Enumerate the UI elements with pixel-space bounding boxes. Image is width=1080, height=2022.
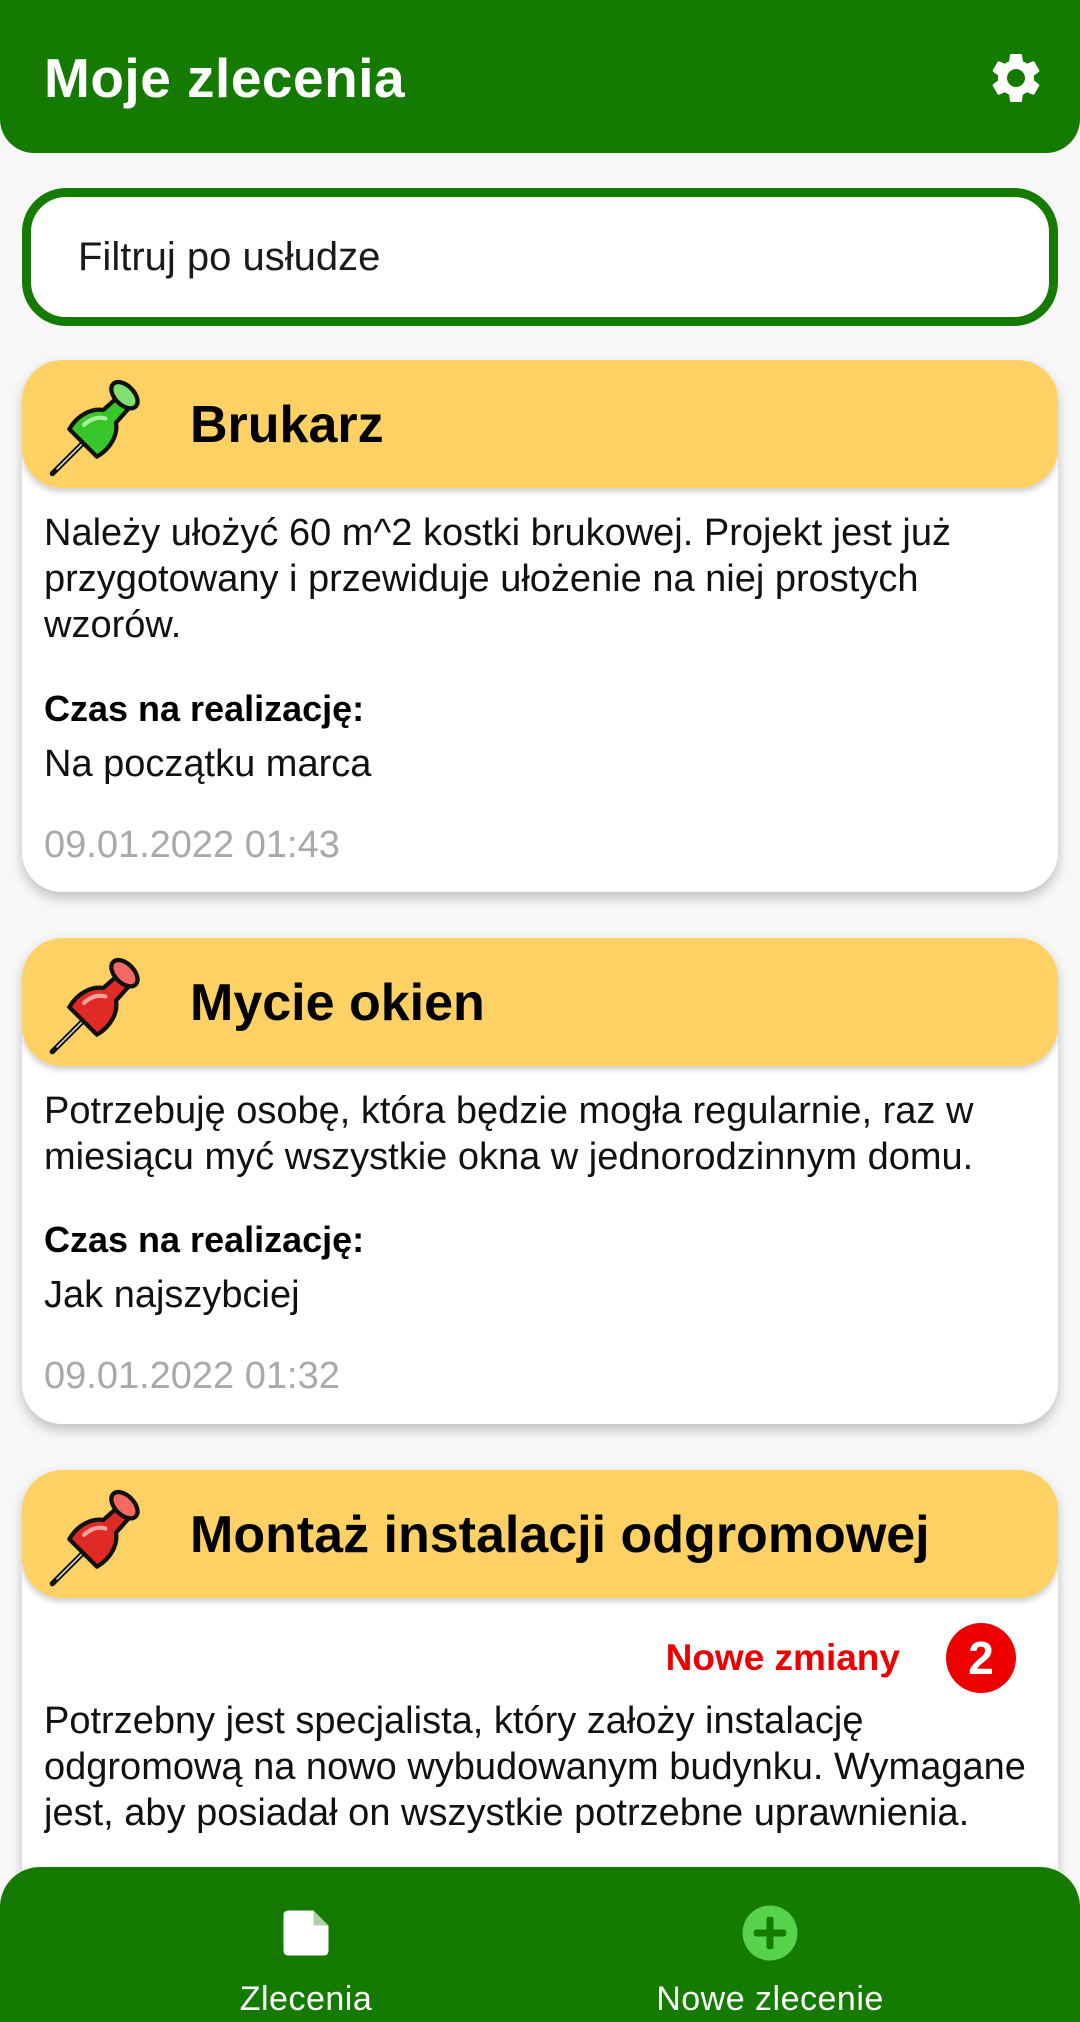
pushpin-red-icon xyxy=(49,957,140,1055)
order-date: 09.01.2022 01:43 xyxy=(44,824,340,866)
order-card[interactable]: Brukarz Należy ułożyć 60 m^2 kostki bruk… xyxy=(22,360,1058,892)
deadline-value: Na początku marca xyxy=(44,743,372,785)
order-date: 09.01.2022 01:32 xyxy=(44,1355,340,1397)
page-title: Moje zlecenia xyxy=(44,47,406,109)
new-changes-count-badge: 2 xyxy=(946,1623,1016,1693)
app-bar: Moje zlecenia xyxy=(0,0,1080,153)
new-changes-label: Nowe zmiany xyxy=(665,1637,900,1678)
deadline-label: Czas na realizację: xyxy=(44,688,365,729)
order-description: Potrzebny jest specjalista, który założy… xyxy=(44,1700,1026,1834)
nav-item-new-order[interactable]: Nowe zlecenie xyxy=(500,1867,1040,2022)
nav-label-new-order: Nowe zlecenie xyxy=(656,1980,884,2018)
order-description: Należy ułożyć 60 m^2 kostki brukowej. Pr… xyxy=(44,512,951,646)
deadline-value: Jak najszybciej xyxy=(44,1274,300,1316)
add-circle-icon xyxy=(742,1905,798,1961)
settings-button[interactable] xyxy=(976,44,1056,112)
pushpin-red-icon xyxy=(49,1489,140,1587)
nav-label-orders: Zlecenia xyxy=(239,1980,373,2018)
gear-icon xyxy=(992,53,1040,102)
order-card[interactable]: Mycie okien Potrzebuję osobę, która będz… xyxy=(22,938,1058,1424)
order-card-header: Brukarz xyxy=(22,360,1058,488)
order-card-header: Montaż instalacji odgromowej xyxy=(22,1470,1058,1598)
document-icon xyxy=(283,1910,329,1956)
nav-item-orders[interactable]: Zlecenia xyxy=(36,1867,576,2022)
pushpin-green-icon xyxy=(49,379,140,477)
order-description: Potrzebuję osobę, która będzie mogła reg… xyxy=(44,1090,974,1178)
order-card-header: Mycie okien xyxy=(22,938,1058,1066)
service-filter-field[interactable] xyxy=(22,188,1058,326)
service-filter-input[interactable] xyxy=(78,197,1018,317)
order-title: Brukarz xyxy=(190,396,384,454)
bottom-navigation: Zlecenia Nowe zlecenie xyxy=(0,1867,1080,2022)
deadline-label: Czas na realizację: xyxy=(44,1219,365,1260)
order-card[interactable]: Montaż instalacji odgromowej Nowe zmiany… xyxy=(22,1470,1058,1930)
order-title: Montaż instalacji odgromowej xyxy=(190,1506,930,1564)
order-title: Mycie okien xyxy=(190,974,485,1032)
